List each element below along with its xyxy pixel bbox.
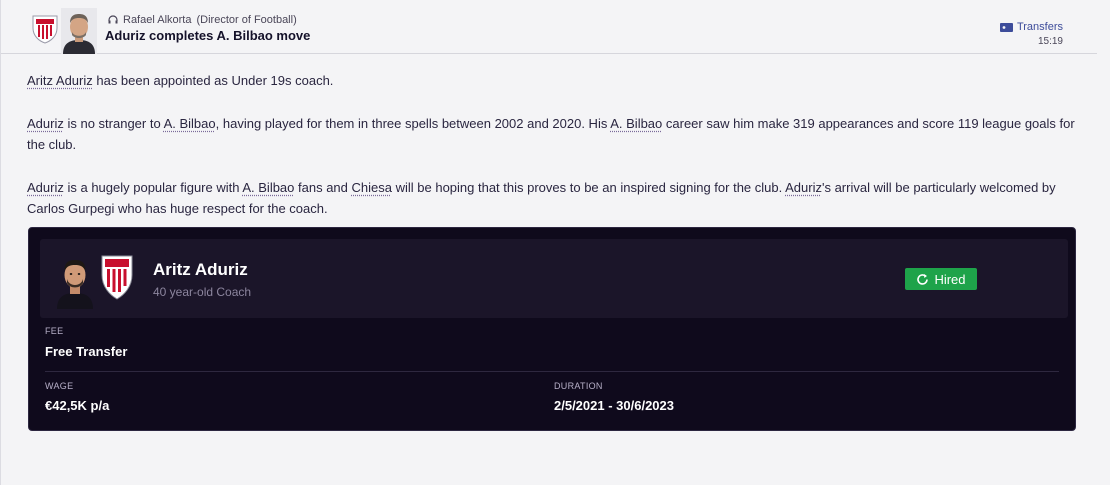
- transfers-tag[interactable]: Transfers: [999, 21, 1063, 33]
- club-crest-icon[interactable]: [32, 14, 58, 44]
- message-time: 15:19: [1037, 36, 1063, 47]
- hired-status-badge: Hired: [905, 268, 977, 290]
- status-label: Hired: [934, 271, 966, 287]
- divider: [45, 371, 1059, 372]
- refresh-icon: [917, 273, 929, 285]
- person-link[interactable]: Aduriz: [27, 116, 64, 131]
- tag-label[interactable]: Transfers: [1017, 21, 1063, 33]
- wage-value: €42,5K p/a: [45, 398, 110, 413]
- paragraph-2: Aduriz is no stranger to A. Bilbao, havi…: [27, 113, 1087, 155]
- duration-label: DURATION: [554, 381, 603, 391]
- fee-label: FEE: [45, 326, 64, 336]
- person-link[interactable]: Chiesa: [352, 180, 392, 195]
- message-body: Aritz Aduriz has been appointed as Under…: [27, 70, 1087, 241]
- transfer-card: Aritz Aduriz 40 year-old Coach Hired FEE…: [28, 227, 1076, 431]
- staff-name[interactable]: Aritz Aduriz: [153, 260, 248, 280]
- staff-subtitle: 40 year-old Coach: [153, 285, 252, 299]
- sender-role: (Director of Football): [196, 14, 297, 26]
- paragraph-3: Aduriz is a hugely popular figure with A…: [27, 177, 1087, 219]
- sender-info: Rafael Alkorta (Director of Football): [108, 14, 297, 26]
- club-link[interactable]: A. Bilbao: [242, 180, 294, 195]
- athletic-bilbao-crest-icon[interactable]: [100, 253, 134, 301]
- text: has been appointed as Under 19s coach.: [92, 73, 334, 88]
- text: will be hoping that this proves to be an…: [391, 180, 786, 195]
- text: is a hugely popular figure with: [63, 180, 243, 195]
- paragraph-1: Aritz Aduriz has been appointed as Under…: [27, 70, 1087, 91]
- club-link[interactable]: A. Bilbao: [610, 116, 662, 131]
- headset-icon: [108, 15, 118, 24]
- tag-icon: [999, 22, 1013, 32]
- person-link[interactable]: Aritz Aduriz: [27, 73, 93, 88]
- message-header: Rafael Alkorta (Director of Football) Ad…: [1, 0, 1097, 54]
- text: fans and: [294, 180, 352, 195]
- text: , having played for them in three spells…: [215, 116, 611, 131]
- sender-name[interactable]: Rafael Alkorta: [123, 14, 191, 26]
- person-link[interactable]: Aduriz: [785, 180, 822, 195]
- club-link[interactable]: A. Bilbao: [164, 116, 216, 131]
- person-link[interactable]: Aduriz: [27, 180, 64, 195]
- wage-label: WAGE: [45, 381, 74, 391]
- staff-avatar[interactable]: [55, 251, 95, 309]
- fee-value: Free Transfer: [45, 344, 128, 359]
- duration-value: 2/5/2021 - 30/6/2023: [554, 398, 674, 413]
- news-item-panel: Rafael Alkorta (Director of Football) Ad…: [0, 0, 1110, 485]
- sender-avatar[interactable]: [61, 8, 97, 54]
- transfer-card-header: Aritz Aduriz 40 year-old Coach Hired: [40, 239, 1068, 318]
- message-headline: Aduriz completes A. Bilbao move: [105, 28, 311, 43]
- text: is no stranger to: [63, 116, 164, 131]
